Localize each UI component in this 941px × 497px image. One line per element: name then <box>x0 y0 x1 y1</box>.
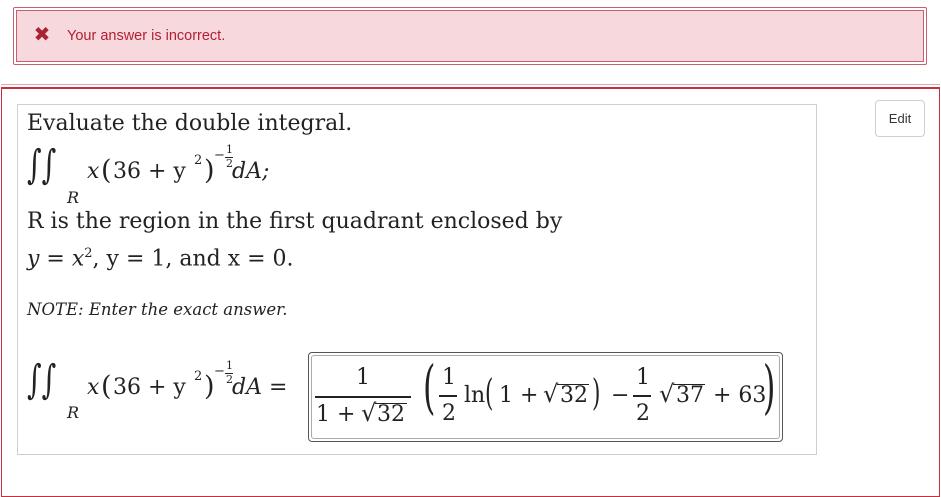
half-bar <box>439 395 457 397</box>
alert-body: ✖ Your answer is incorrect. <box>16 10 924 62</box>
curves-description: y = x2, y = 1, and x = 0. <box>27 246 294 271</box>
curve-eq1-power: 2 <box>84 246 93 261</box>
integrand-inner: 36 + y <box>113 159 186 184</box>
answer-integral-expression: ∫∫ R x ( 36 + y 2 ) − 1 2 dA = <box>27 357 302 427</box>
big-close-paren: ) <box>763 353 776 421</box>
frac-den-prefix: 1 + <box>316 402 356 427</box>
question-prompt: Evaluate the double integral. <box>27 111 353 136</box>
plus-63: + 63 <box>713 383 767 408</box>
half-numerator: 1 <box>442 365 456 390</box>
close-paren: ) <box>204 371 215 402</box>
half2-denominator: 2 <box>636 401 650 426</box>
sqrt-symbol: √ <box>659 380 675 408</box>
ln-open-paren: ( <box>485 373 494 414</box>
minus-sign: − <box>611 383 630 408</box>
region-description: R is the region in the first quadrant en… <box>27 209 563 234</box>
ln-function: ln <box>464 383 486 408</box>
half-denominator: 2 <box>442 401 456 426</box>
open-paren: ( <box>101 371 112 402</box>
sqrt37-value: 37 <box>676 383 704 408</box>
ln-close-paren: ) <box>592 373 601 414</box>
region-subscript: R <box>67 188 80 207</box>
exponent-minus: − <box>214 148 225 163</box>
frac-den-sqrt: 32 <box>377 402 405 427</box>
region-subscript: R <box>67 403 80 422</box>
incorrect-alert: ✖ Your answer is incorrect. <box>13 7 927 65</box>
ln-inner-prefix: 1 + <box>499 383 539 408</box>
sqrt-symbol: √ <box>361 399 377 427</box>
note-text: NOTE: Enter the exact answer. <box>27 300 288 319</box>
half2-bar <box>633 395 651 397</box>
differential-equals: dA = <box>232 375 288 400</box>
half2-numerator: 1 <box>636 365 650 390</box>
exponent-minus: − <box>214 364 225 379</box>
power-two: 2 <box>194 153 203 168</box>
big-open-paren: ( <box>423 353 436 421</box>
double-integral-sign: ∫∫ <box>27 357 57 403</box>
double-integral-sign: ∫∫ <box>27 142 57 188</box>
integrand-x: x <box>87 159 100 184</box>
exponent-num: 1 <box>226 143 233 156</box>
exponent-num: 1 <box>226 359 233 372</box>
frac-bar <box>315 396 411 398</box>
integrand-inner: 36 + y <box>113 375 186 400</box>
frac-numerator: 1 <box>356 365 370 390</box>
differential: dA; <box>232 159 270 184</box>
curve-eq1: y = x <box>27 246 85 272</box>
edit-button[interactable]: Edit <box>875 100 925 137</box>
power-two: 2 <box>194 369 203 384</box>
close-icon: ✖ <box>33 22 51 46</box>
answer-expression: 1 1 + √ 32 ( 1 2 ln ( 1 + √ 32 ) − 1 2 √… <box>311 353 780 439</box>
close-paren: ) <box>204 155 215 186</box>
sqrt-symbol: √ <box>543 380 559 408</box>
curve-rest: , y = 1, and x = 0. <box>92 246 294 272</box>
integrand-x: x <box>87 375 100 400</box>
ln-inner-sqrt: 32 <box>560 383 588 408</box>
open-paren: ( <box>101 155 112 186</box>
divider <box>1 84 940 85</box>
alert-message: Your answer is incorrect. <box>67 28 226 44</box>
